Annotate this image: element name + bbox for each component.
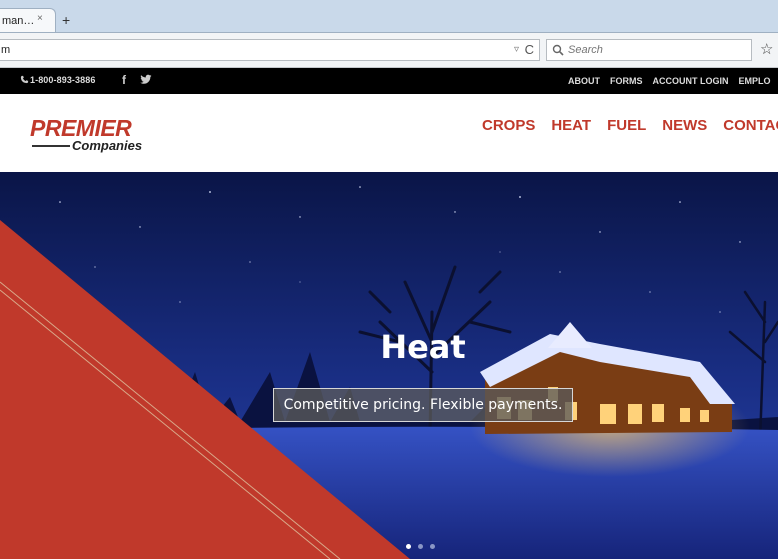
phone-text: 1-800-893-3886 [30,75,96,85]
site-top-bar: 1-800-893-3886 f ABOUT FORMS ACCOUNT LOG… [0,68,778,94]
logo-wordmark: PREMIER [30,115,132,141]
slider-dot-2[interactable] [418,544,423,549]
slider-dots [406,544,435,549]
top-link-forms[interactable]: FORMS [610,76,643,86]
facebook-icon[interactable]: f [122,73,126,87]
main-nav: CROPS HEAT FUEL NEWS CONTAC [482,117,778,134]
slider-dot-3[interactable] [430,544,435,549]
new-tab-button[interactable]: + [62,13,70,27]
tab-close-icon[interactable]: × [37,13,43,24]
top-link-about[interactable]: ABOUT [568,76,600,86]
premier-logo[interactable]: PREMIER Companies [30,116,150,158]
nav-contact[interactable]: CONTAC [723,117,778,134]
search-input[interactable] [568,44,718,56]
top-link-account-login[interactable]: ACCOUNT LOGIN [653,76,729,86]
nav-news[interactable]: NEWS [662,117,707,134]
search-icon [552,44,564,56]
phone-number[interactable]: 1-800-893-3886 [20,75,95,85]
logo-subtitle: Companies [72,138,143,153]
twitter-icon[interactable] [140,74,152,85]
hero-slider: Heat Competitive pricing. Flexible payme… [0,172,778,559]
top-link-employment[interactable]: EMPLO [739,76,771,86]
browser-toolbar: m ▿ C ☆ [0,33,778,68]
top-links: ABOUT FORMS ACCOUNT LOGIN EMPLO [568,76,771,86]
hero-title: Heat [380,328,466,366]
browser-tab[interactable]: man… × [0,8,56,32]
history-dropdown-icon[interactable]: ▿ [514,44,519,55]
address-text: m [1,44,11,56]
nav-fuel[interactable]: FUEL [607,117,646,134]
search-box[interactable] [546,39,752,61]
hero-caption: Competitive pricing. Flexible payments. [273,388,573,422]
nav-heat[interactable]: HEAT [551,117,591,134]
browser-tab-strip: man… × + [0,0,778,33]
reload-icon[interactable]: C [525,42,534,57]
address-bar[interactable]: m ▿ C [0,39,540,61]
site-header: PREMIER Companies CROPS HEAT FUEL NEWS C… [0,94,778,172]
browser-tab-label: man… [2,14,35,27]
logo-rule [32,145,70,147]
phone-icon [20,75,29,84]
slider-dot-1[interactable] [406,544,411,549]
bookmark-star-icon[interactable]: ☆ [760,42,773,57]
nav-crops[interactable]: CROPS [482,117,535,134]
